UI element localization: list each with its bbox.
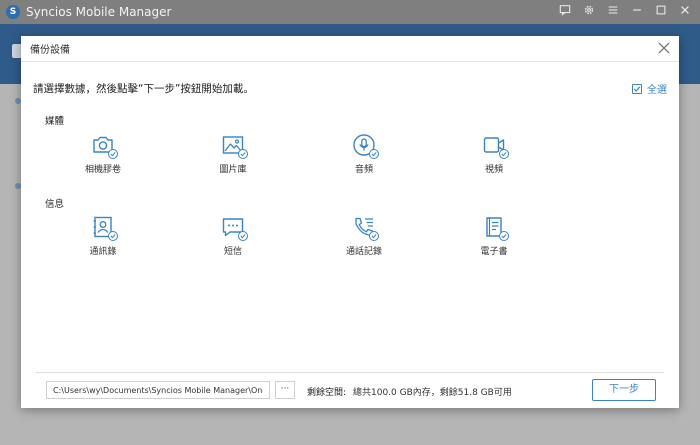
check-badge-icon: [238, 149, 248, 159]
section-label-info: 信息: [45, 199, 65, 210]
media-item-photo-library[interactable]: 圖片庫: [193, 133, 273, 175]
dialog-close-button[interactable]: [657, 41, 671, 55]
dialog-header: 備份設備: [21, 36, 679, 62]
footer-divider: [36, 372, 664, 373]
item-label: 短信: [223, 247, 242, 257]
media-item-audio[interactable]: 音頻: [324, 133, 404, 175]
maximize-icon[interactable]: [654, 4, 668, 18]
media-item-video[interactable]: 視頻: [454, 133, 534, 175]
space-value: 總共100.0 GB內存，剩餘51.8 GB可用: [353, 388, 512, 398]
minimize-icon[interactable]: [630, 4, 644, 18]
dialog-title: 備份設備: [30, 45, 70, 56]
app-title: Syncios Mobile Manager: [26, 5, 172, 19]
message-icon[interactable]: [558, 4, 572, 18]
next-button[interactable]: 下一步: [592, 379, 656, 401]
info-item-messages[interactable]: 短信: [193, 215, 273, 257]
check-badge-icon: [108, 149, 118, 159]
item-label: 圖片庫: [219, 165, 247, 175]
select-all-checkbox[interactable]: 全選: [632, 81, 667, 96]
item-label: 通訊錄: [89, 247, 117, 257]
section-label-media: 媒體: [45, 116, 65, 127]
check-badge-icon: [499, 149, 509, 159]
select-all-label: 全選: [647, 85, 667, 96]
info-item-call-log[interactable]: 通話記錄: [324, 215, 404, 257]
gear-icon[interactable]: [582, 4, 596, 18]
item-label: 通話記錄: [345, 247, 382, 257]
title-bar: S Syncios Mobile Manager: [0, 0, 700, 24]
browse-button[interactable]: ···: [275, 381, 295, 399]
check-badge-icon: [369, 149, 379, 159]
app-logo-icon: S: [6, 5, 20, 19]
window-controls: [558, 4, 692, 18]
item-label: 電子書: [480, 247, 508, 257]
check-badge-icon: [108, 231, 118, 241]
check-badge-icon: [238, 231, 248, 241]
window-close-icon[interactable]: [678, 4, 692, 18]
close-icon: [658, 42, 670, 54]
media-item-camera-roll[interactable]: 相機膠卷: [63, 133, 143, 175]
item-label: 相機膠卷: [84, 165, 121, 175]
check-badge-icon: [499, 231, 509, 241]
info-item-contacts[interactable]: 通訊錄: [63, 215, 143, 257]
item-label: 視頻: [484, 165, 503, 175]
item-label: 音頻: [354, 165, 373, 175]
checkbox-icon: [632, 83, 642, 94]
backup-path-input[interactable]: [46, 381, 270, 399]
info-item-ebooks[interactable]: 電子書: [454, 215, 534, 257]
instruction-text: 請選擇數據，然後點擊“下一步”按鈕開始加載。: [33, 83, 254, 95]
space-label: 剩餘空間:: [307, 388, 347, 398]
menu-icon[interactable]: [606, 4, 620, 18]
check-badge-icon: [369, 231, 379, 241]
backup-dialog: 備份設備 請選擇數據，然後點擊“下一步”按鈕開始加載。 全選 媒體 相機膠卷 圖…: [21, 36, 679, 408]
